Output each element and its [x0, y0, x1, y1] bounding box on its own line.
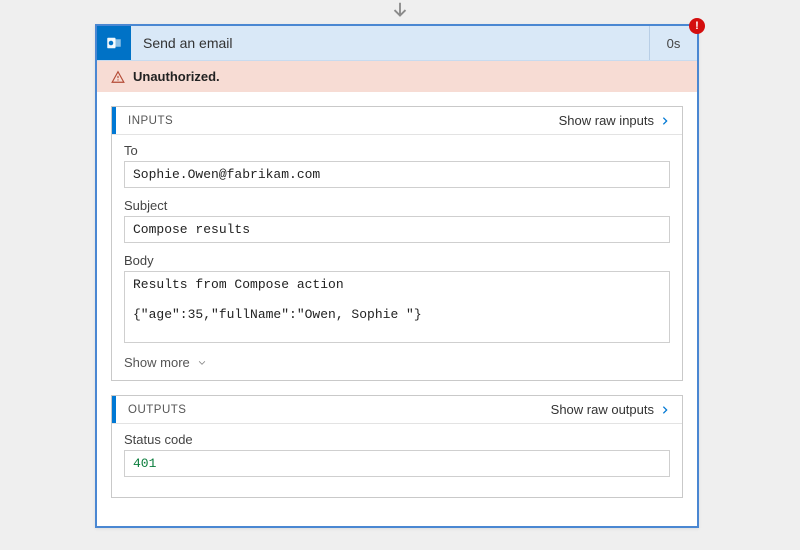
- field-body-value[interactable]: Results from Compose action {"age":35,"f…: [124, 271, 670, 343]
- field-status: Status code 401: [124, 432, 670, 477]
- show-raw-outputs-link[interactable]: Show raw outputs: [551, 402, 670, 417]
- outputs-header: OUTPUTS Show raw outputs: [112, 396, 682, 424]
- field-to-value[interactable]: Sophie.Owen@fabrikam.com: [124, 161, 670, 188]
- flow-arrow-icon: [389, 0, 411, 22]
- outlook-icon: [97, 26, 131, 60]
- chevron-right-icon: [660, 114, 670, 128]
- field-status-label: Status code: [124, 432, 670, 447]
- field-subject: Subject Compose results: [124, 198, 670, 243]
- show-raw-inputs-label: Show raw inputs: [559, 113, 654, 128]
- action-card: Send an email 0s ! Unauthorized. INPUTS …: [95, 24, 699, 528]
- warning-icon: [111, 70, 125, 84]
- field-to: To Sophie.Owen@fabrikam.com: [124, 143, 670, 188]
- outputs-title: OUTPUTS: [122, 404, 186, 416]
- show-more-link[interactable]: Show more: [124, 353, 670, 370]
- field-subject-value[interactable]: Compose results: [124, 216, 670, 243]
- show-raw-outputs-label: Show raw outputs: [551, 402, 654, 417]
- action-title: Send an email: [131, 26, 649, 60]
- chevron-right-icon: [660, 403, 670, 417]
- action-duration: 0s: [649, 26, 697, 60]
- inputs-section: INPUTS Show raw inputs To Sophie.Owen@fa…: [111, 106, 683, 381]
- inputs-header: INPUTS Show raw inputs: [112, 107, 682, 135]
- error-message: Unauthorized.: [133, 69, 220, 84]
- field-to-label: To: [124, 143, 670, 158]
- inputs-title: INPUTS: [122, 115, 173, 127]
- error-badge-icon: !: [689, 18, 705, 34]
- show-raw-inputs-link[interactable]: Show raw inputs: [559, 113, 670, 128]
- outputs-section: OUTPUTS Show raw outputs Status code 401: [111, 395, 683, 498]
- show-more-label: Show more: [124, 355, 190, 370]
- chevron-down-icon: [196, 358, 208, 368]
- inputs-body: To Sophie.Owen@fabrikam.com Subject Comp…: [112, 135, 682, 380]
- error-banner: Unauthorized.: [97, 61, 697, 92]
- outputs-body: Status code 401: [112, 424, 682, 497]
- field-status-value[interactable]: 401: [124, 450, 670, 477]
- action-header[interactable]: Send an email 0s !: [97, 26, 697, 61]
- field-subject-label: Subject: [124, 198, 670, 213]
- field-body-label: Body: [124, 253, 670, 268]
- action-body: INPUTS Show raw inputs To Sophie.Owen@fa…: [97, 92, 697, 526]
- field-body: Body Results from Compose action {"age":…: [124, 253, 670, 343]
